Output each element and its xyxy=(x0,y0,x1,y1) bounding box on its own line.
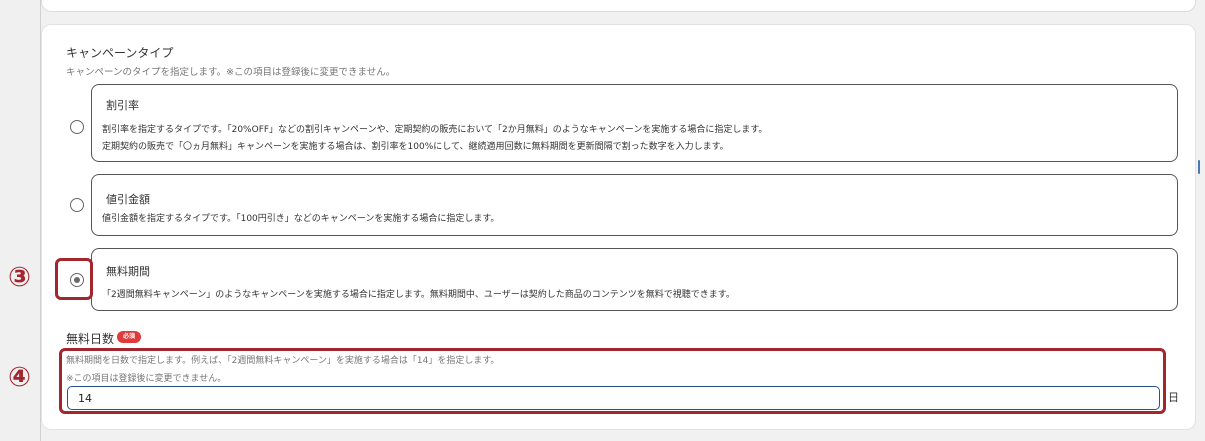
section-title: キャンペーンタイプ xyxy=(66,46,174,60)
option-description-line: 「2週間無料キャンペーン」のようなキャンペーンを実施する場合に指定します。無料期… xyxy=(102,290,735,300)
previous-section-card xyxy=(41,0,1196,12)
days-unit-label: 日 xyxy=(1168,391,1179,404)
radio-discount-amount[interactable] xyxy=(70,198,84,212)
callout-number-4: ④ xyxy=(8,362,31,393)
section-description: キャンペーンのタイプを指定します。※この項目は登録後に変更できません。 xyxy=(66,67,396,78)
option-description-line: 割引率を指定するタイプです。「20%OFF」などの割引キャンペーンや、定期契約の… xyxy=(102,125,768,135)
option-title: 値引金額 xyxy=(106,193,150,206)
option-title: 無料期間 xyxy=(106,265,150,278)
callout-box-field xyxy=(59,348,1166,414)
callout-number-3: ③ xyxy=(8,262,31,293)
callout-box-radio xyxy=(55,258,93,300)
option-title: 割引率 xyxy=(106,99,139,112)
option-discount-amount[interactable]: 値引金額 値引金額を指定するタイプです。「100円引き」などのキャンペーンを実施… xyxy=(91,174,1178,236)
radio-discount-rate[interactable] xyxy=(70,120,84,134)
option-description-line: 値引金額を指定するタイプです。「100円引き」などのキャンペーンを実施する場合に… xyxy=(102,214,500,224)
required-badge: 必須 xyxy=(117,331,141,343)
option-free-period[interactable]: 無料期間 「2週間無料キャンペーン」のようなキャンペーンを実施する場合に指定しま… xyxy=(91,248,1178,311)
scrollbar-indicator[interactable] xyxy=(1198,160,1200,174)
option-description-line: 定期契約の販売で「〇ヵ月無料」キャンペーンを実施する場合は、割引率を100%にし… xyxy=(102,142,729,152)
option-discount-rate[interactable]: 割引率 割引率を指定するタイプです。「20%OFF」などの割引キャンペーンや、定… xyxy=(91,84,1178,162)
free-days-label: 無料日数 xyxy=(66,332,115,346)
